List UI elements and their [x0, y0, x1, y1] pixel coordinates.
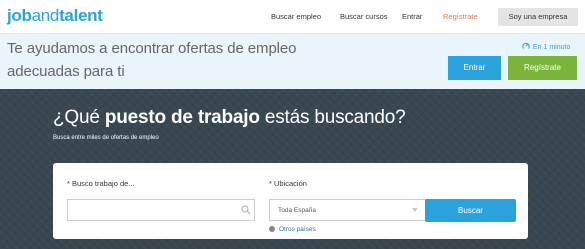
location-select[interactable]: Toda España: [269, 199, 426, 221]
other-countries-link[interactable]: Otros países: [269, 225, 316, 234]
magnifier-icon: [241, 205, 251, 215]
hero-title-bold: puesto de trabajo: [104, 107, 260, 128]
nav-job-search-link[interactable]: Buscar empleo: [271, 12, 321, 22]
quick-signup-note: En 1 minuto: [522, 42, 570, 52]
quick-signup-text: En 1 minuto: [533, 44, 571, 51]
hero-title: ¿Qué puesto de trabajo estás buscando?: [53, 107, 406, 129]
banner-register-button[interactable]: Regístrate: [508, 56, 577, 80]
hero-search-section: ¿Qué puesto de trabajo estás buscando? B…: [0, 89, 585, 249]
banner-login-button[interactable]: Entrar: [448, 56, 501, 80]
hero-subtitle: Busca entre miles de ofertas de empleo: [53, 135, 159, 141]
caret-down-icon: [412, 208, 418, 212]
nav-register-link[interactable]: Regístrate: [443, 12, 478, 22]
location-selected-value: Toda España: [278, 207, 316, 214]
hero-title-pre: ¿Qué: [53, 107, 105, 128]
search-button[interactable]: Buscar: [425, 199, 516, 222]
nav-course-search-link[interactable]: Buscar cursos: [340, 12, 388, 22]
search-form-card: * Busco trabajo de... * Ubicación Toda E…: [53, 163, 528, 239]
logo[interactable]: jobandtalent: [7, 6, 103, 26]
globe-icon: [269, 226, 275, 232]
timer-icon: [522, 42, 530, 49]
logo-part-and: and: [31, 6, 60, 25]
nav-login-link[interactable]: Entrar: [402, 12, 422, 22]
company-button[interactable]: Soy una empresa: [498, 8, 578, 26]
job-search-input[interactable]: [67, 199, 255, 221]
other-countries-text: Otros países: [279, 226, 316, 233]
logo-part-job: job: [7, 6, 32, 25]
top-navbar: jobandtalent Buscar empleo Buscar cursos…: [0, 0, 585, 34]
banner-headline-line1: Te ayudamos a encontrar ofertas de emple…: [7, 40, 297, 57]
job-field-label: * Busco trabajo de...: [67, 179, 135, 188]
banner-headline-line2: adecuadas para ti: [7, 63, 125, 80]
location-field-label: * Ubicación: [269, 179, 307, 188]
logo-part-talent: talent: [59, 6, 103, 25]
hero-title-post: estás buscando?: [259, 107, 406, 128]
